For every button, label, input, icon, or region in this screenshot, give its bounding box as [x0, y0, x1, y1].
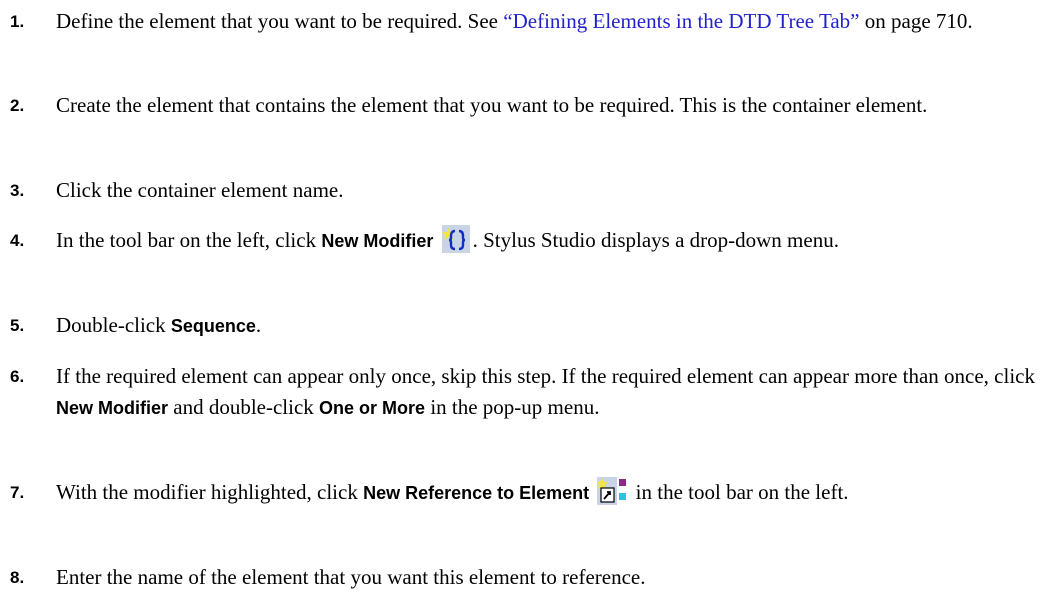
- step-text: Double-click: [56, 313, 171, 337]
- step-number: 5.: [10, 316, 25, 335]
- step-number: 6.: [10, 367, 25, 386]
- step-text: . Stylus Studio displays a drop-down men…: [472, 228, 839, 252]
- ui-term: New Reference to Element: [363, 483, 590, 503]
- procedure-list: 1. Define the element that you want to b…: [0, 0, 1055, 598]
- step-text: If the required element can appear only …: [56, 364, 1035, 388]
- step-text: in the tool bar on the left.: [630, 480, 849, 504]
- cross-reference-link[interactable]: “Defining Elements in the DTD Tree Tab”: [503, 9, 859, 33]
- step-text: in the pop-up menu.: [425, 395, 600, 419]
- step-text: Click the container element name.: [56, 178, 344, 202]
- ui-term: New Modifier: [56, 398, 169, 418]
- step-text: With the modifier highlighted, click: [56, 480, 364, 504]
- step-number: 2.: [10, 96, 25, 115]
- new-reference-icon: [597, 477, 627, 514]
- ui-term: Sequence: [170, 316, 256, 336]
- step-text: Define the element that you want to be r…: [56, 9, 504, 33]
- step-number: 4.: [10, 231, 25, 250]
- step-text: Enter the name of the element that you w…: [56, 565, 646, 589]
- step-number: 3.: [10, 181, 25, 200]
- new-modifier-icon: [441, 225, 470, 262]
- step-number: 8.: [10, 568, 25, 587]
- step-number: 1.: [10, 12, 25, 31]
- step-text: and double-click: [168, 395, 320, 419]
- step-text: on page 710.: [859, 9, 973, 33]
- step-text: Create the element that contains the ele…: [56, 93, 928, 117]
- step-number: 7.: [10, 483, 25, 502]
- step-text: .: [255, 313, 262, 337]
- ui-term: New Modifier: [321, 231, 434, 251]
- ui-term: One or More: [319, 398, 426, 418]
- step-text: In the tool bar on the left, click: [56, 228, 322, 252]
